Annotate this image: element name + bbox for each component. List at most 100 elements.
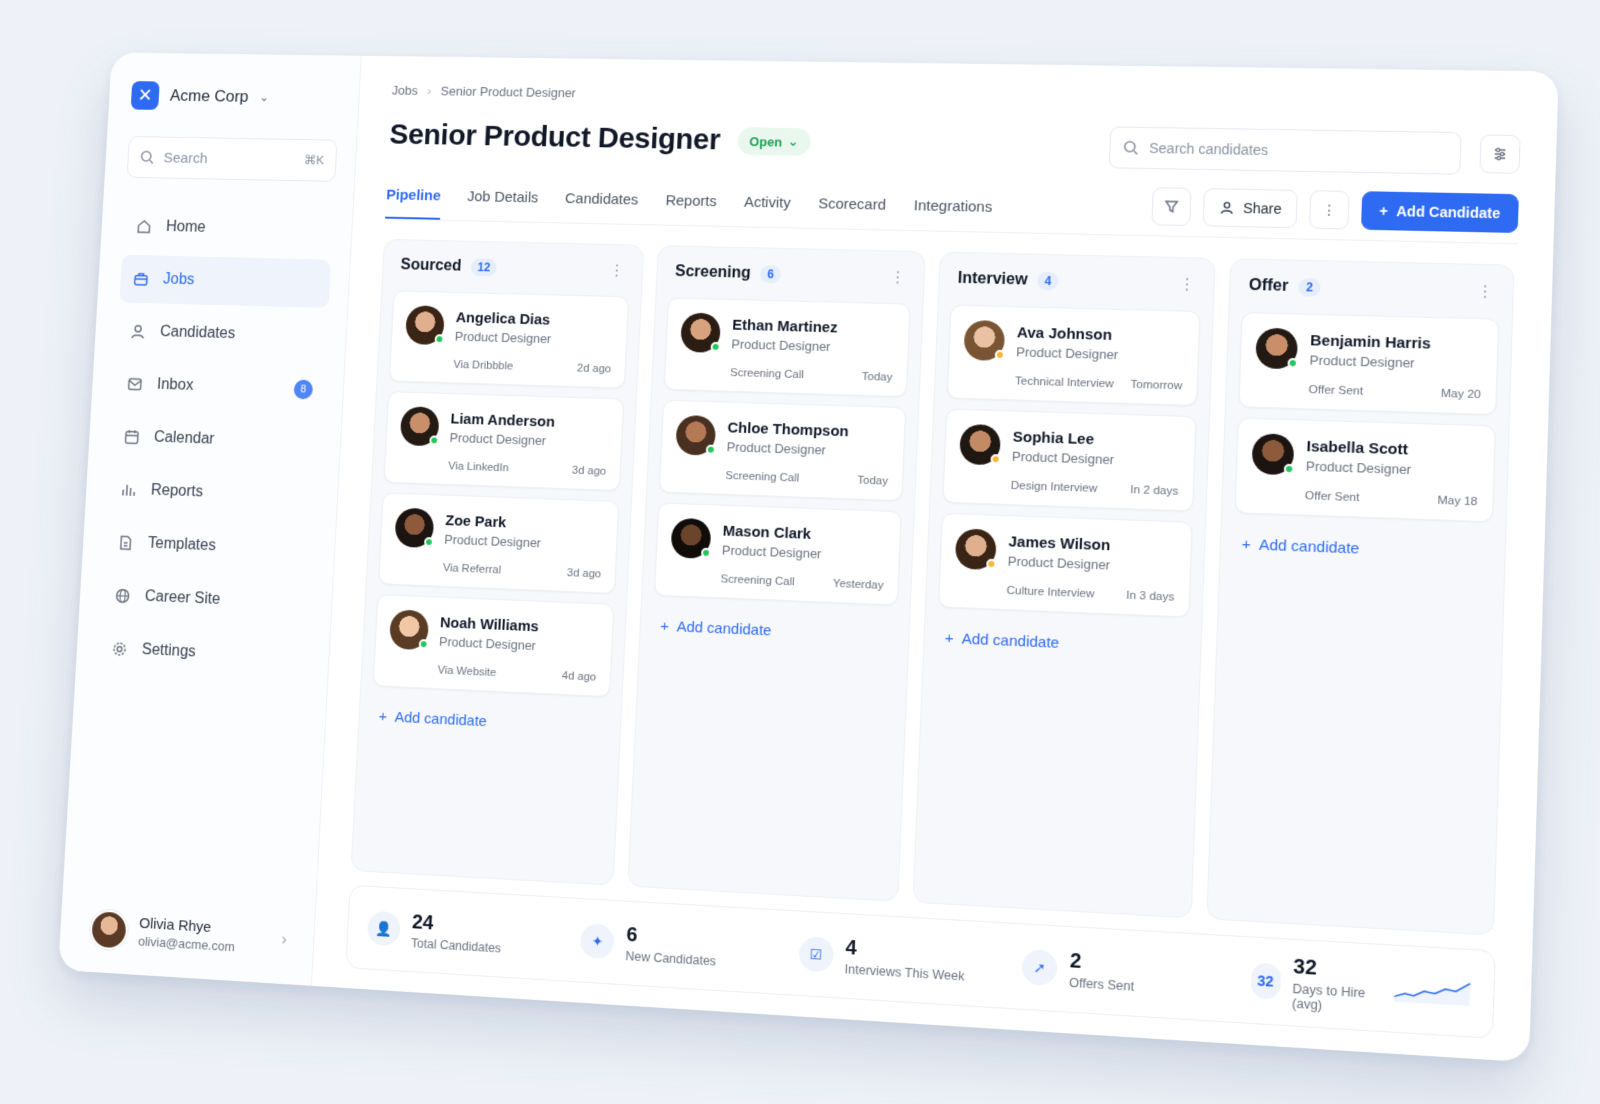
candidate-card[interactable]: Noah Williams Product Designer Via Websi…: [372, 593, 615, 698]
stat-item: 32 32 Days to Hire (avg): [1250, 953, 1473, 1022]
breadcrumb: Jobs › Senior Product Designer: [392, 83, 1522, 115]
add-candidate-label: Add candidate: [961, 630, 1060, 652]
sidebar-item-candidates[interactable]: Candidates: [116, 307, 328, 361]
avatar: [1251, 433, 1295, 476]
tab-pipeline[interactable]: Pipeline: [385, 179, 442, 220]
candidate-name: Chloe Thompson: [727, 418, 850, 440]
candidate-source: Via LinkedIn: [447, 460, 509, 475]
candidate-time: 3d ago: [571, 464, 607, 478]
sparkle-icon: ✦: [580, 923, 616, 960]
sidebar-item-label: Reports: [150, 482, 204, 501]
tab-job-details[interactable]: Job Details: [466, 181, 539, 222]
add-candidate-link[interactable]: + Add candidate: [1233, 523, 1493, 575]
sidebar-item-templates[interactable]: Templates: [104, 518, 317, 575]
candidate-card[interactable]: Chloe Thompson Product Designer Screenin…: [658, 399, 907, 502]
candidate-card[interactable]: Zoe Park Product Designer Via Referral 3…: [378, 492, 620, 594]
user-share-icon: [1218, 199, 1235, 215]
sidebar-item-inbox[interactable]: Inbox 8: [113, 360, 325, 415]
breadcrumb-jobs[interactable]: Jobs: [392, 83, 419, 98]
candidate-time: 4d ago: [561, 670, 597, 684]
add-candidate-link[interactable]: + Add candidate: [370, 696, 609, 748]
tab-activity[interactable]: Activity: [743, 186, 791, 227]
avatar: [675, 414, 717, 456]
sidebar-item-home[interactable]: Home: [122, 202, 334, 255]
plus-icon: +: [1379, 202, 1389, 220]
share-label: Share: [1242, 199, 1282, 217]
sidebar-item-label: Jobs: [162, 271, 195, 289]
candidate-card[interactable]: Sophia Lee Product Designer Design Inter…: [942, 408, 1197, 512]
candidate-card[interactable]: Mason Clark Product Designer Screening C…: [653, 502, 902, 606]
filter-button[interactable]: [1151, 187, 1192, 227]
candidate-source: Screening Call: [729, 367, 805, 382]
candidate-source: Via Referral: [442, 562, 502, 577]
avatar: [404, 305, 446, 346]
add-candidate-button[interactable]: + Add Candidate: [1360, 191, 1519, 234]
days-to-hire-badge: 32: [1250, 962, 1281, 1000]
search-placeholder: Search candidates: [1148, 139, 1269, 159]
app-window: ✕ Acme Corp ⌄ Search ⌘K Home Jobs Candid…: [58, 52, 1559, 1063]
column-count-badge: 12: [470, 258, 498, 277]
sidebar-item-career-site[interactable]: Career Site: [101, 571, 314, 628]
stat-value: 2: [1069, 949, 1082, 973]
more-vertical-icon[interactable]: ⋮: [1476, 281, 1494, 302]
column-count-badge: 4: [1037, 271, 1059, 291]
sidebar-item-calendar[interactable]: Calendar: [110, 412, 322, 467]
tab-reports[interactable]: Reports: [664, 185, 717, 226]
tab-bar: Pipeline Job Details Candidates Reports …: [385, 179, 993, 232]
candidate-card[interactable]: Benjamin Harris Product Designer Offer S…: [1238, 312, 1500, 416]
sidebar-search[interactable]: Search ⌘K: [126, 136, 338, 182]
stat-item: 👤 24 Total Candidates: [366, 908, 571, 959]
tab-scorecard[interactable]: Scorecard: [817, 188, 886, 230]
globe-icon: [113, 586, 133, 606]
more-vertical-icon[interactable]: ⋮: [889, 267, 906, 287]
add-candidate-link[interactable]: + Add candidate: [936, 617, 1189, 669]
candidate-role: Product Designer: [449, 429, 547, 448]
candidate-source: Screening Call: [720, 573, 795, 589]
sidebar-item-jobs[interactable]: Jobs: [119, 254, 332, 308]
sidebar: ✕ Acme Corp ⌄ Search ⌘K Home Jobs Candid…: [58, 52, 362, 986]
brand-logo-icon: ✕: [130, 81, 160, 110]
candidate-card[interactable]: James Wilson Product Designer Culture In…: [937, 512, 1193, 618]
candidate-card[interactable]: Liam Anderson Product Designer Via Linke…: [383, 391, 625, 492]
candidate-card[interactable]: Ethan Martinez Product Designer Screenin…: [663, 297, 911, 398]
status-dot: [418, 639, 429, 650]
avatar: [399, 406, 440, 447]
add-candidate-label: Add Candidate: [1396, 203, 1501, 222]
share-button[interactable]: Share: [1202, 188, 1298, 229]
add-candidate-link[interactable]: + Add candidate: [652, 605, 898, 656]
more-vertical-icon[interactable]: ⋮: [1178, 274, 1196, 295]
candidate-card[interactable]: Angelica Dias Product Designer Via Dribb…: [388, 290, 630, 389]
breadcrumb-current: Senior Product Designer: [440, 83, 577, 101]
status-dot: [986, 558, 997, 570]
search-icon: [139, 149, 155, 164]
bar-chart-icon: [119, 480, 139, 500]
candidate-card[interactable]: Ava Johnson Product Designer Technical I…: [946, 304, 1201, 407]
avatar: [680, 312, 722, 353]
user-icon: [128, 322, 148, 342]
sidebar-item-label: Calendar: [153, 429, 215, 448]
tab-candidates[interactable]: Candidates: [564, 183, 639, 224]
sidebar-item-settings[interactable]: Settings: [98, 624, 311, 682]
candidate-time: Today: [857, 474, 889, 488]
tab-integrations[interactable]: Integrations: [913, 189, 993, 231]
user-profile[interactable]: Olivia Rhye olivia@acme.com ›: [82, 909, 295, 961]
sidebar-item-reports[interactable]: Reports: [107, 465, 319, 521]
candidate-time: May 18: [1437, 494, 1478, 509]
send-icon: ➚: [1021, 949, 1058, 987]
candidate-search-input[interactable]: Search candidates: [1108, 126, 1462, 175]
candidate-time: In 2 days: [1130, 483, 1179, 498]
candidate-source: Via Website: [437, 664, 497, 680]
search-shortcut: ⌘K: [303, 152, 325, 168]
status-dot: [429, 435, 440, 446]
user-email: olivia@acme.com: [137, 933, 236, 955]
more-vertical-icon[interactable]: ⋮: [609, 261, 625, 281]
avatar: [89, 909, 129, 951]
candidate-time: In 3 days: [1126, 589, 1175, 604]
org-switcher[interactable]: ✕ Acme Corp ⌄: [130, 81, 341, 113]
sliders-button[interactable]: [1479, 134, 1521, 174]
sliders-icon: [1491, 146, 1508, 163]
more-options-button[interactable]: ⋮: [1308, 190, 1350, 230]
candidate-card[interactable]: Isabella Scott Product Designer Offer Se…: [1234, 417, 1496, 523]
status-dot: [994, 349, 1006, 361]
status-badge[interactable]: Open ⌄: [737, 127, 812, 156]
